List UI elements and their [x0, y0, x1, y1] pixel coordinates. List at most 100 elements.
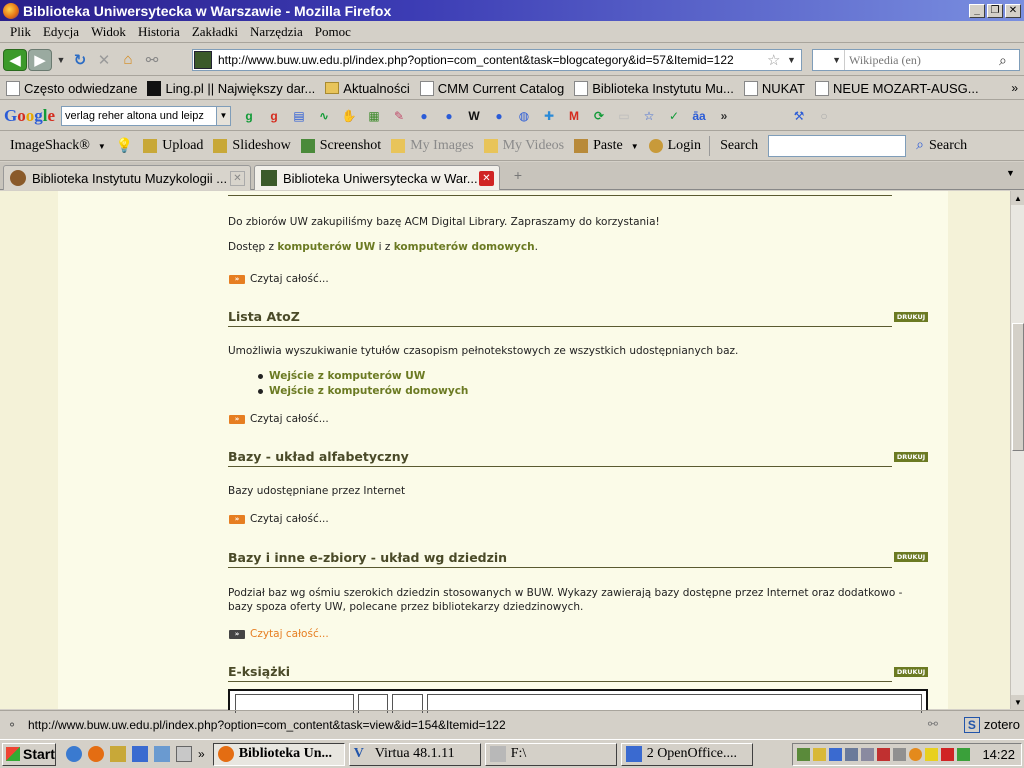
search-engine-selector[interactable]: ▼ [813, 50, 845, 70]
globe-2-icon[interactable]: ● [441, 108, 457, 124]
firefox-icon[interactable] [88, 746, 104, 762]
home-button[interactable]: ⌂ [118, 49, 138, 71]
article-title-lista-atoz[interactable]: Lista AtoZ [228, 309, 892, 327]
close-button[interactable]: ✕ [1005, 3, 1021, 18]
translate-aa-icon[interactable]: āa [691, 108, 707, 124]
imageshack-search-input[interactable] [768, 135, 907, 157]
tray-orange-icon[interactable] [909, 748, 922, 761]
back-button[interactable]: ◀ [3, 48, 27, 71]
read-more-link[interactable]: » Czytaj całość... [229, 513, 329, 525]
star-icon[interactable]: ☆ [641, 108, 657, 124]
zotero-button[interactable]: Szotero [963, 716, 1020, 733]
article-title-bazy-dziedziny[interactable]: Bazy i inne e-zbiory - układ wg dziedzin [228, 550, 892, 568]
scroll-up-icon[interactable]: ▲ [1011, 191, 1024, 205]
bookmarks-icon[interactable]: ▤ [291, 108, 307, 124]
bookmark-biblioteka-instytutu[interactable]: Biblioteka Instytutu Mu... [574, 80, 734, 96]
tab-biblioteka-instytutu[interactable]: Biblioteka Instytutu Muzykologii ... ✕ [3, 165, 251, 190]
notepad-icon[interactable] [110, 746, 126, 762]
upload-button[interactable]: Upload [143, 138, 203, 154]
tray-green-icon[interactable] [957, 748, 970, 761]
tray-red-icon[interactable] [877, 748, 890, 761]
url-dropdown-icon[interactable]: ▼ [787, 55, 801, 65]
web-search-box[interactable]: ▼ Wikipedia (en) ⌕ [812, 49, 1020, 71]
start-button[interactable]: Start [2, 742, 56, 766]
page-scrollbar[interactable]: ▲ ▼ [1010, 191, 1024, 709]
lightbulb-button[interactable]: 💡 [116, 138, 133, 155]
speaker-icon[interactable] [861, 748, 874, 761]
scroll-thumb[interactable] [1012, 323, 1024, 451]
url-bar[interactable]: http://www.buw.uw.edu.pl/index.php?optio… [192, 49, 802, 71]
history-dropdown[interactable]: ▼ [56, 49, 66, 71]
google-g-icon[interactable]: g [241, 108, 257, 124]
window-title-bar[interactable]: Biblioteka Uniwersytecka w Warszawie - M… [0, 0, 1024, 21]
translate-icon[interactable]: ∿ [316, 108, 332, 124]
imageshack-search-button[interactable]: ⌕ Search [916, 138, 967, 154]
menu-pomoc[interactable]: Pomoc [313, 24, 353, 40]
read-more-link[interactable]: » Czytaj całość... [229, 628, 329, 640]
maximize-button[interactable]: ❐ [987, 3, 1003, 18]
print-button[interactable]: DRUKUJ [894, 667, 928, 677]
outlook-icon[interactable] [154, 746, 170, 762]
globe-3-icon[interactable]: ● [491, 108, 507, 124]
chat-icon[interactable]: ▭ [616, 108, 632, 124]
google-search-input[interactable]: verlag reher altona und leipz [61, 105, 218, 126]
article-title-bazy-alfabetyczny[interactable]: Bazy - układ alfabetyczny [228, 449, 892, 467]
search-icon[interactable]: ⌕ [999, 52, 1019, 69]
more-icon[interactable]: » [716, 108, 732, 124]
addon-button[interactable]: ⚯ [142, 49, 162, 71]
print-button[interactable]: DRUKUJ [894, 452, 928, 462]
link-computers-uw[interactable]: komputerów UW [277, 241, 375, 253]
print-button[interactable]: DRUKUJ [894, 552, 928, 562]
link-entry-home[interactable]: Wejście z komputerów domowych [269, 385, 468, 397]
book-icon[interactable] [176, 746, 192, 762]
bookmark-neue-mozart[interactable]: NEUE MOZART-AUSG... [814, 80, 979, 96]
print-button[interactable]: DRUKUJ [894, 312, 928, 322]
stop-button[interactable]: ✕ [94, 49, 114, 71]
link-computers-home[interactable]: komputerów domowych [394, 241, 535, 253]
menu-edycja[interactable]: Edycja [41, 24, 81, 40]
login-button[interactable]: Login [648, 138, 701, 154]
docs-icon[interactable]: ▦ [366, 108, 382, 124]
shield-icon[interactable] [813, 748, 826, 761]
read-more-link[interactable]: » Czytaj całość... [229, 413, 329, 425]
paste-button[interactable]: Paste ▼ [574, 138, 639, 154]
read-more-link[interactable]: » Czytaj całość... [229, 273, 329, 285]
screenshot-button[interactable]: Screenshot [300, 138, 381, 154]
tab-list-dropdown[interactable]: ▼ [1006, 168, 1020, 178]
bookmarks-overflow-button[interactable]: » [1011, 81, 1018, 95]
google-plus-icon[interactable]: g [266, 108, 282, 124]
menu-zakladki[interactable]: Zakładki [190, 24, 240, 40]
bookmark-nukat[interactable]: NUKAT [743, 80, 805, 96]
spellcheck-icon[interactable]: ✓ [666, 108, 682, 124]
my-videos-button[interactable]: My Videos [483, 138, 564, 154]
plus-icon[interactable]: ✚ [541, 108, 557, 124]
share-icon[interactable]: ⟳ [591, 108, 607, 124]
tray-alert-icon[interactable] [941, 748, 954, 761]
hand-icon[interactable]: ✋ [341, 108, 357, 124]
tray-gray-icon[interactable] [893, 748, 906, 761]
internet-explorer-icon[interactable] [66, 746, 82, 762]
explorer-icon[interactable] [132, 746, 148, 762]
bookmark-star-icon[interactable]: ☆ [767, 51, 787, 69]
url-text[interactable]: http://www.buw.uw.edu.pl/index.php?optio… [218, 53, 767, 67]
scroll-down-icon[interactable]: ▼ [1011, 695, 1024, 709]
wikipedia-icon[interactable]: W [466, 108, 482, 124]
article-title-e-ksiazki[interactable]: E-książki [228, 664, 892, 682]
menu-narzedzia[interactable]: Narzędzia [248, 24, 305, 40]
new-tab-button[interactable]: + [506, 167, 530, 187]
google-search-dropdown[interactable]: ▼ [217, 105, 232, 126]
bookmark-czesto-odwiedzane[interactable]: Często odwiedzane [6, 80, 137, 96]
network-icon[interactable] [829, 748, 842, 761]
bookmark-aktualnosci[interactable]: Aktualności [325, 81, 410, 96]
notebook-icon[interactable]: ✎ [391, 108, 407, 124]
search-input[interactable]: Wikipedia (en) [845, 53, 999, 68]
menu-historia[interactable]: Historia [136, 24, 182, 40]
taskbar-item-virtua[interactable]: V Virtua 48.1.11 [348, 742, 481, 766]
tray-app-icon[interactable] [797, 748, 810, 761]
slideshow-button[interactable]: Slideshow [213, 138, 291, 154]
close-tab-icon[interactable]: ✕ [230, 170, 245, 186]
minimize-button[interactable]: _ [969, 3, 985, 18]
reload-button[interactable]: ↻ [70, 49, 90, 71]
my-images-button[interactable]: My Images [391, 138, 474, 154]
taskbar-item-openoffice[interactable]: 2 OpenOffice.... [620, 742, 753, 766]
